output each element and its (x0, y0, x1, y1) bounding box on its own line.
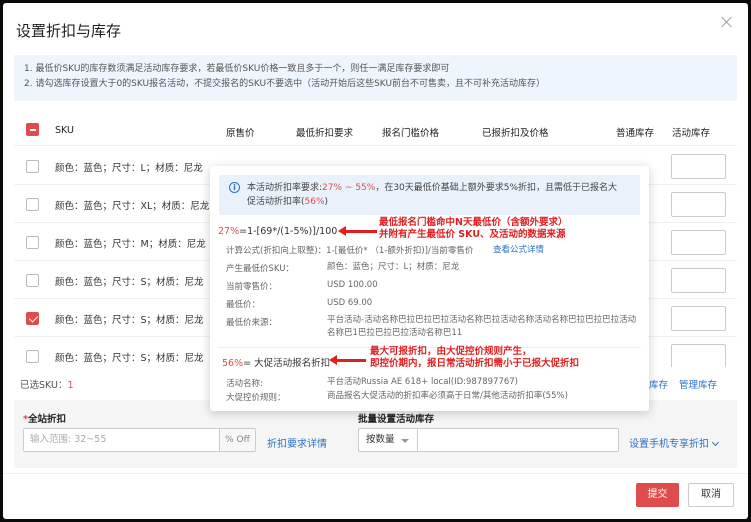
price-rule-label: 大促控价规则： (226, 393, 286, 403)
annotation-arrow (329, 355, 366, 365)
discount-formula: 27%=1-[69*/(1-5%)]/100 (218, 226, 337, 237)
kv-value: USD 100.00 (327, 280, 378, 290)
batch-stock-input[interactable] (417, 428, 619, 452)
activity-stock-input[interactable] (671, 306, 726, 331)
annotation-2-line-1: 最大可报折扣，由大促控价规则产生， (370, 346, 532, 357)
kv-value: 颜色：蓝色；尺寸：L；材质：尼龙 (327, 262, 460, 272)
table-header: SKU 原售价 最低折扣要求 报名门槛价格 已报折扣及价格 普通库存 活动库存 (14, 113, 737, 146)
row-checkbox[interactable] (26, 198, 39, 211)
bigpromo-text: = 大促活动报名折扣 (243, 358, 331, 369)
activity-stock-input[interactable] (671, 268, 726, 293)
info-line2-prefix: 促活动折扣率( (247, 197, 305, 207)
kv-value: USD 69.00 (327, 298, 373, 308)
row-sku: 颜色：蓝色；尺寸：M；材质：尼龙 (55, 239, 206, 250)
formula-rest: =1-[69*/(1-5%)]/100 (239, 226, 338, 237)
annotation-2: 最大可报折扣，由大促控价规则产生， 即控价期内，报日常活动折扣需小于已报大促折扣 (370, 346, 579, 370)
kv-value: 平台活动-活动名称巴拉巴拉巴拉活动名称巴拉活动名称活动名称巴拉巴拉巴拉活动名称巴… (327, 315, 637, 338)
kv-label: 产生最低价SKU： (226, 264, 294, 274)
header-orig-price: 原售价 (226, 128, 255, 139)
header-sku: SKU (55, 125, 74, 136)
header-normal-stock: 普通库存 (616, 128, 655, 139)
row-checkbox[interactable] (26, 236, 39, 249)
row-checkbox[interactable] (26, 274, 39, 287)
info-line-1: 本活动折扣率要求:27% ~ 55%，在30天最低价基础上额外要求5%折扣，且需… (247, 181, 632, 195)
kv-label: 最低价： (226, 300, 261, 310)
row-checkbox[interactable] (26, 312, 39, 325)
chevron-down-icon (711, 438, 720, 447)
row-sku: 颜色：蓝色；尺寸：L；材质：尼龙 (55, 163, 203, 174)
row-checkbox[interactable] (26, 350, 39, 363)
info-line2-suffix: ) (324, 197, 329, 207)
submit-button[interactable]: 提交 (636, 483, 679, 507)
row-sku: 颜色：蓝色；尺寸：XL；材质：尼龙 (55, 201, 210, 212)
row-sku: 颜色：蓝色；尺寸：S；材质：尼龙 (55, 277, 204, 288)
kv-label: 最低价来源： (226, 318, 278, 328)
activity-stock-input[interactable] (671, 154, 726, 179)
info-middle: ，在30天最低价基础上额外要求5%折扣，且需低于已报名大 (375, 183, 618, 193)
discount-detail-popover: i 本活动折扣率要求:27% ~ 55%，在30天最低价基础上额外要求5%折扣，… (210, 166, 649, 411)
kv-label: 当前零售价： (226, 282, 278, 292)
notice-box: 1. 最低价SKU的库存数须满足活动库存要求，若最低价SKU价格一致且多于一个，… (14, 55, 737, 101)
info-icon: i (229, 182, 240, 193)
header-activity-stock: 活动库存 (672, 128, 711, 139)
info-prefix: 本活动折扣率要求: (247, 183, 323, 193)
header-min-discount: 最低折扣要求 (296, 128, 354, 139)
dialog-title: 设置折扣与库存 (16, 22, 122, 40)
selected-count: 1 (67, 380, 74, 391)
stock-link[interactable]: 库存 (649, 377, 668, 391)
annotation-arrow (338, 226, 377, 236)
activity-name-value: 平台活动Russia AE 618+ local(ID:987897767) (327, 377, 519, 387)
mobile-discount-link[interactable]: 设置手机专享折扣 (629, 435, 720, 450)
close-icon[interactable] (720, 15, 734, 29)
info-range: 27% ~ 55% (322, 183, 376, 193)
discount-stock-dialog: 设置折扣与库存 1. 最低价SKU的库存数须满足活动库存要求，若最低价SKU价格… (3, 3, 748, 519)
selected-label: 已选SKU： (20, 380, 68, 391)
calc-label: 计算公式(折扣向上取整)： (226, 246, 327, 256)
annotation-1: 最低报名门槛命中N天最低价（含额外要求） 并附有产生最低价 SKU、及活动的数据… (379, 217, 567, 241)
price-rule-value: 商品报名大促活动的折扣率必须高于日常/其他活动折扣率(55%) (327, 391, 568, 401)
discount-label: *全站折扣 (23, 411, 66, 425)
annotation-1-line-1: 最低报名门槛命中N天最低价（含额外要求） (379, 217, 568, 228)
calc-formula-label: 计算公式(折扣向上取整)：1-[最低价* （1-额外折扣)]/当前零售价 (226, 244, 473, 256)
activity-stock-input[interactable] (671, 344, 726, 367)
batch-stock-label: 批量设置活动库存 (358, 414, 435, 425)
discount-input[interactable]: 输入范围: 32~55 (23, 428, 220, 452)
notice-line-2: 2. 请勾选库存设置大于0的SKU报名活动，不提交报名的SKU不要选中（活动开始… (24, 79, 546, 89)
info-line-2: 促活动折扣率(56%) (247, 195, 632, 209)
chevron-down-icon (401, 439, 409, 443)
activity-name-label: 活动名称: (226, 379, 263, 389)
manage-stock-link[interactable]: 管理库存 (679, 377, 717, 391)
discount-label-text: 全站折扣 (27, 414, 66, 425)
select-all-checkbox[interactable] (26, 123, 39, 136)
bigpromo-pct: 56% (222, 358, 244, 369)
calc-value: 1-[最低价* （1-额外折扣)]/当前零售价 (326, 246, 474, 256)
row-checkbox[interactable] (26, 160, 39, 173)
notice-line-1: 1. 最低价SKU的库存数须满足活动库存要求，若最低价SKU价格一致且多于一个，… (24, 64, 450, 74)
popover-info-box: i 本活动折扣率要求:27% ~ 55%，在30天最低价基础上额外要求5%折扣，… (219, 175, 640, 215)
header-reported: 已报折扣及价格 (482, 128, 549, 139)
formula-pct: 27% (218, 226, 240, 237)
qty-mode-select[interactable]: 按数量 (358, 428, 418, 452)
activity-stock-input[interactable] (671, 192, 726, 217)
formula-detail-link[interactable]: 查看公式详情 (493, 243, 544, 255)
row-sku: 颜色：蓝色；尺寸：S；材质：尼龙 (55, 315, 204, 326)
bigpromo-discount: 56%= 大促活动报名折扣 (222, 355, 330, 369)
annotation-1-line-2: 并附有产生最低价 SKU、及活动的数据来源 (379, 229, 566, 240)
row-sku: 颜色：蓝色；尺寸：S；材质：尼龙 (55, 353, 204, 364)
discount-requirement-link[interactable]: 折扣要求详情 (267, 435, 327, 450)
mobile-discount-label: 设置手机专享折扣 (629, 439, 709, 450)
selected-sku-count: 已选SKU：1 (20, 377, 74, 391)
header-threshold: 报名门槛价格 (382, 128, 440, 139)
activity-stock-input[interactable] (671, 230, 726, 255)
annotation-2-line-2: 即控价期内，报日常活动折扣需小于已报大促折扣 (370, 358, 580, 369)
footer-divider (3, 473, 748, 474)
discount-suffix: % Off (219, 428, 256, 452)
qty-mode-value: 按数量 (366, 434, 395, 445)
info-pct: 56% (304, 197, 325, 207)
cancel-button[interactable]: 取消 (688, 483, 734, 507)
